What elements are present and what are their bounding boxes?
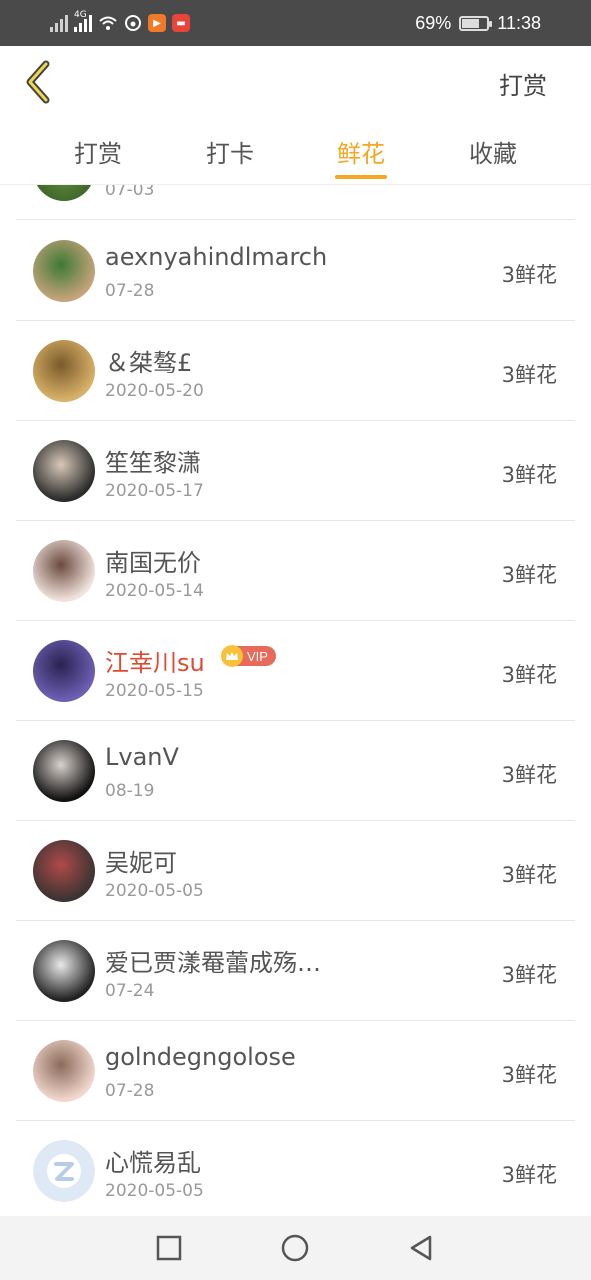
chevron-left-icon[interactable]	[20, 58, 60, 106]
list-item-date: 07-24	[105, 981, 155, 1001]
list-item-date: 07-03	[105, 185, 155, 200]
list-item-amount: 3鲜花	[501, 263, 557, 287]
list-item[interactable]: 南国无价 2020-05-14 3鲜花	[16, 521, 575, 621]
list-item[interactable]: aexnyahindlmarch 07-28 3鲜花	[16, 221, 575, 321]
home-icon[interactable]	[280, 1233, 310, 1263]
list-item-amount: 3鲜花	[501, 763, 557, 787]
system-nav-bar	[0, 1216, 591, 1280]
cloud-music-icon	[125, 15, 141, 31]
active-tab-indicator	[335, 175, 387, 179]
avatar	[33, 240, 95, 302]
status-icons-left: 4G ▶ ▬	[50, 10, 190, 34]
list-item-name: ＆桀骜£	[105, 349, 193, 377]
reward-header-button[interactable]: 打赏	[499, 66, 547, 101]
list-item-date: 2020-05-14	[105, 581, 204, 601]
list-item-date: 08-19	[105, 781, 155, 801]
list-item-amount: 3鲜花	[501, 663, 557, 687]
status-icons-right: 69% 11:38	[415, 11, 541, 35]
recent-apps-icon[interactable]	[154, 1233, 184, 1263]
list-item-amount: 3鲜花	[501, 963, 557, 987]
avatar	[33, 185, 95, 201]
default-avatar	[33, 1140, 95, 1202]
list-item-date: 2020-05-05	[105, 1181, 204, 1201]
list-item-name: 笙笙黎潇	[105, 449, 201, 477]
battery-percent: 69%	[415, 12, 452, 33]
status-bar: 4G ▶ ▬ 69% 11:38	[0, 0, 591, 46]
battery-icon	[459, 15, 493, 31]
list-item[interactable]: 吴妮可 2020-05-05 3鲜花	[16, 821, 575, 921]
list-item[interactable]: 心慌易乱 2020-05-05 3鲜花	[16, 1121, 575, 1216]
avatar	[33, 940, 95, 1002]
list-item[interactable]: 笙笙黎潇 2020-05-17 3鲜花	[16, 421, 575, 521]
tab-checkin[interactable]: 打卡	[190, 134, 270, 169]
red-app-icon: ▬	[172, 14, 190, 32]
list-item-name: 江幸川su	[105, 649, 205, 677]
list-item[interactable]: LvanV 08-19 3鲜花	[16, 721, 575, 821]
list-item-name: aexnyahindlmarch	[105, 243, 328, 271]
flower-list: 07-03 aexnyahindlmarch 07-28 3鲜花 ＆桀骜£ 20…	[0, 185, 591, 1216]
list-item-name: 心慌易乱	[105, 1149, 201, 1177]
list-item[interactable]: 07-03	[16, 185, 575, 220]
list-item-date: 2020-05-20	[105, 381, 204, 401]
avatar	[33, 640, 95, 702]
list-item-date: 2020-05-05	[105, 881, 204, 901]
vip-badge: VIP	[221, 645, 276, 667]
tab-bar: 打赏 打卡 鲜花 收藏	[0, 122, 591, 184]
tab-flowers[interactable]: 鲜花	[321, 134, 401, 169]
tab-favorites[interactable]: 收藏	[453, 134, 533, 169]
avatar	[33, 740, 95, 802]
avatar	[33, 840, 95, 902]
crown-icon	[221, 645, 243, 667]
avatar	[33, 340, 95, 402]
app-header: 打赏	[0, 46, 591, 122]
clock: 11:38	[497, 12, 541, 33]
list-item-date: 07-28	[105, 281, 155, 301]
avatar	[33, 440, 95, 502]
list-item-name: 爱已贾漾罨蕾成殇…	[105, 949, 321, 977]
tab-reward[interactable]: 打赏	[58, 134, 138, 169]
list-item-amount: 3鲜花	[501, 363, 557, 387]
wifi-icon	[99, 16, 117, 30]
list-item[interactable]: 江幸川su VIP 2020-05-15 3鲜花	[16, 621, 575, 721]
list-item-amount: 3鲜花	[501, 463, 557, 487]
default-avatar-icon	[33, 1140, 95, 1202]
list-item-date: 2020-05-15	[105, 681, 204, 701]
avatar	[33, 540, 95, 602]
list-item-name: LvanV	[105, 743, 179, 771]
list-item-amount: 3鲜花	[501, 563, 557, 587]
signal-4g-icon: 4G	[74, 10, 92, 32]
list-item[interactable]: ＆桀骜£ 2020-05-20 3鲜花	[16, 321, 575, 421]
list-item-date: 2020-05-17	[105, 481, 204, 501]
avatar	[33, 1040, 95, 1102]
list-item-name: 南国无价	[105, 549, 201, 577]
signal-icon	[50, 14, 68, 32]
list-item-amount: 3鲜花	[501, 1163, 557, 1187]
list-item-date: 07-28	[105, 1081, 155, 1101]
list-item-name: golndegngolose	[105, 1043, 296, 1071]
list-item[interactable]: 爱已贾漾罨蕾成殇… 07-24 3鲜花	[16, 921, 575, 1021]
list-item[interactable]: golndegngolose 07-28 3鲜花	[16, 1021, 575, 1121]
list-item-amount: 3鲜花	[501, 1063, 557, 1087]
list-item-name: 吴妮可	[105, 849, 177, 877]
back-triangle-icon[interactable]	[406, 1233, 436, 1263]
list-item-amount: 3鲜花	[501, 863, 557, 887]
video-app-icon: ▶	[148, 14, 166, 32]
